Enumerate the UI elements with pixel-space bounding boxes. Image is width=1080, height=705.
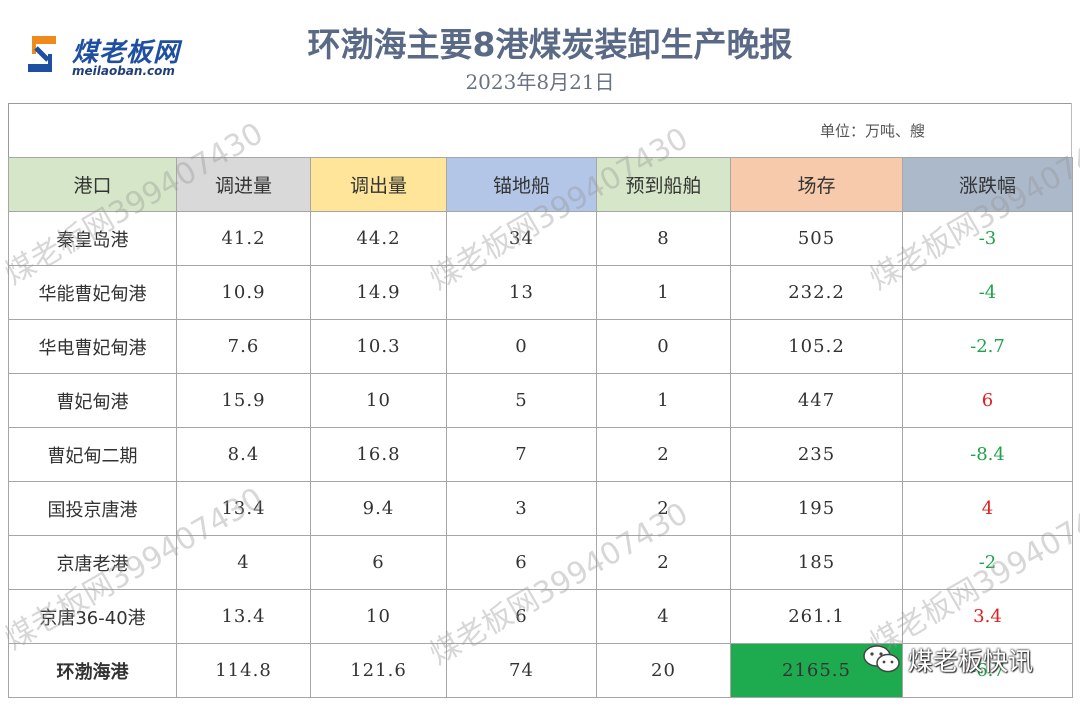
anchored-ships-cell: 5 [446,373,597,428]
inbound-cell: 7.6 [176,319,311,374]
anchored-ships-cell: 6 [446,589,597,644]
wechat-icon [863,645,900,673]
stockpile-cell: 235 [730,427,903,482]
stockpile-cell: 105.2 [730,319,903,374]
frame-left-edge [8,103,9,157]
header-outbound: 调出量 [310,157,447,212]
change-cell: 6 [902,373,1073,428]
report-title: 环渤海主要8港煤炭装卸生产晚报 [307,25,793,64]
port-name-cell: 曹妃甸二期 [8,427,177,482]
header-divider [8,103,1072,104]
stockpile-cell: 447 [730,373,903,428]
expected-ships-cell: 2 [596,427,731,482]
outbound-cell: 44.2 [310,211,447,266]
anchored-ships-cell: 0 [446,319,597,374]
port-name-cell: 曹妃甸港 [8,373,177,428]
outbound-cell: 16.8 [310,427,447,482]
inbound-cell: 13.4 [176,481,311,536]
port-name-cell: 国投京唐港 [8,481,177,536]
expected-ships-cell: 1 [596,373,731,428]
inbound-cell: 4 [176,535,311,590]
header-stockpile: 场存 [730,157,903,212]
inbound-cell: 15.9 [176,373,311,428]
stockpile-cell: 261.1 [730,589,903,644]
outbound-cell: 121.6 [310,643,447,698]
table-row: 国投京唐港 13.4 9.4 3 2 195 4 [8,481,1073,536]
unit-label: 单位：万吨、艘 [820,122,926,140]
inbound-cell: 13.4 [176,589,311,644]
stockpile-cell: 195 [730,481,903,536]
outbound-cell: 10 [310,373,447,428]
anchored-ships-cell: 6 [446,535,597,590]
port-name-cell: 华能曹妃甸港 [8,265,177,320]
expected-ships-cell: 0 [596,319,731,374]
outbound-cell: 6 [310,535,447,590]
port-coal-table: 港口 调进量 调出量 锚地船 预到船舶 场存 涨跌幅 秦皇岛港 41.2 44.2 3… [8,157,1073,698]
table-row: 曹妃甸二期 8.4 16.8 7 2 235 -8.4 [8,427,1073,482]
outbound-cell: 9.4 [310,481,447,536]
expected-ships-cell: 4 [596,589,731,644]
change-cell: -2 [902,535,1073,590]
port-name-cell: 京唐36-40港 [8,589,177,644]
table-header-row: 港口 调进量 调出量 锚地船 预到船舶 场存 涨跌幅 [8,157,1073,212]
report-date: 2023年8月21日 [465,70,615,94]
port-name-cell: 秦皇岛港 [8,211,177,266]
change-cell: -4 [902,265,1073,320]
inbound-cell: 10.9 [176,265,311,320]
anchored-ships-cell: 3 [446,481,597,536]
port-name-cell: 华电曹妃甸港 [8,319,177,374]
table-row: 华能曹妃甸港 10.9 14.9 13 1 232.2 -4 [8,265,1073,320]
table-row: 京唐36-40港 13.4 10 6 4 261.1 3.4 [8,589,1073,644]
header-port: 港口 [8,157,177,212]
stockpile-cell: 185 [730,535,903,590]
stockpile-cell: 232.2 [730,265,903,320]
inbound-cell: 114.8 [176,643,311,698]
change-cell: -3 [902,211,1073,266]
header-anchored-ships: 锚地船 [446,157,597,212]
anchored-ships-cell: 34 [446,211,597,266]
inbound-cell: 41.2 [176,211,311,266]
table-row: 华电曹妃甸港 7.6 10.3 0 0 105.2 -2.7 [8,319,1073,374]
expected-ships-cell: 20 [596,643,731,698]
expected-ships-cell: 8 [596,211,731,266]
outbound-cell: 14.9 [310,265,447,320]
port-name-cell: 京唐老港 [8,535,177,590]
table-row: 京唐老港 4 6 6 2 185 -2 [8,535,1073,590]
expected-ships-cell: 1 [596,265,731,320]
port-name-cell: 环渤海港 [8,643,177,698]
report-header: 煤老板网 meilaoban.com 环渤海主要8港煤炭装卸生产晚报 2023年… [0,0,1080,104]
anchored-ships-cell: 13 [446,265,597,320]
wechat-account-name: 煤老板快讯 [908,647,1034,676]
expected-ships-cell: 2 [596,481,731,536]
change-cell: -2.7 [902,319,1073,374]
header-change: 涨跌幅 [902,157,1073,212]
frame-right-edge [1071,103,1072,157]
change-cell: -8.4 [902,427,1073,482]
table-row: 秦皇岛港 41.2 44.2 34 8 505 -3 [8,211,1073,266]
stockpile-cell: 505 [730,211,903,266]
header-inbound: 调进量 [176,157,311,212]
outbound-cell: 10 [310,589,447,644]
header-expected-ships: 预到船舶 [596,157,731,212]
table-row: 曹妃甸港 15.9 10 5 1 447 6 [8,373,1073,428]
anchored-ships-cell: 7 [446,427,597,482]
change-cell: 3.4 [902,589,1073,644]
change-cell: 4 [902,481,1073,536]
inbound-cell: 8.4 [176,427,311,482]
anchored-ships-cell: 74 [446,643,597,698]
expected-ships-cell: 2 [596,535,731,590]
outbound-cell: 10.3 [310,319,447,374]
